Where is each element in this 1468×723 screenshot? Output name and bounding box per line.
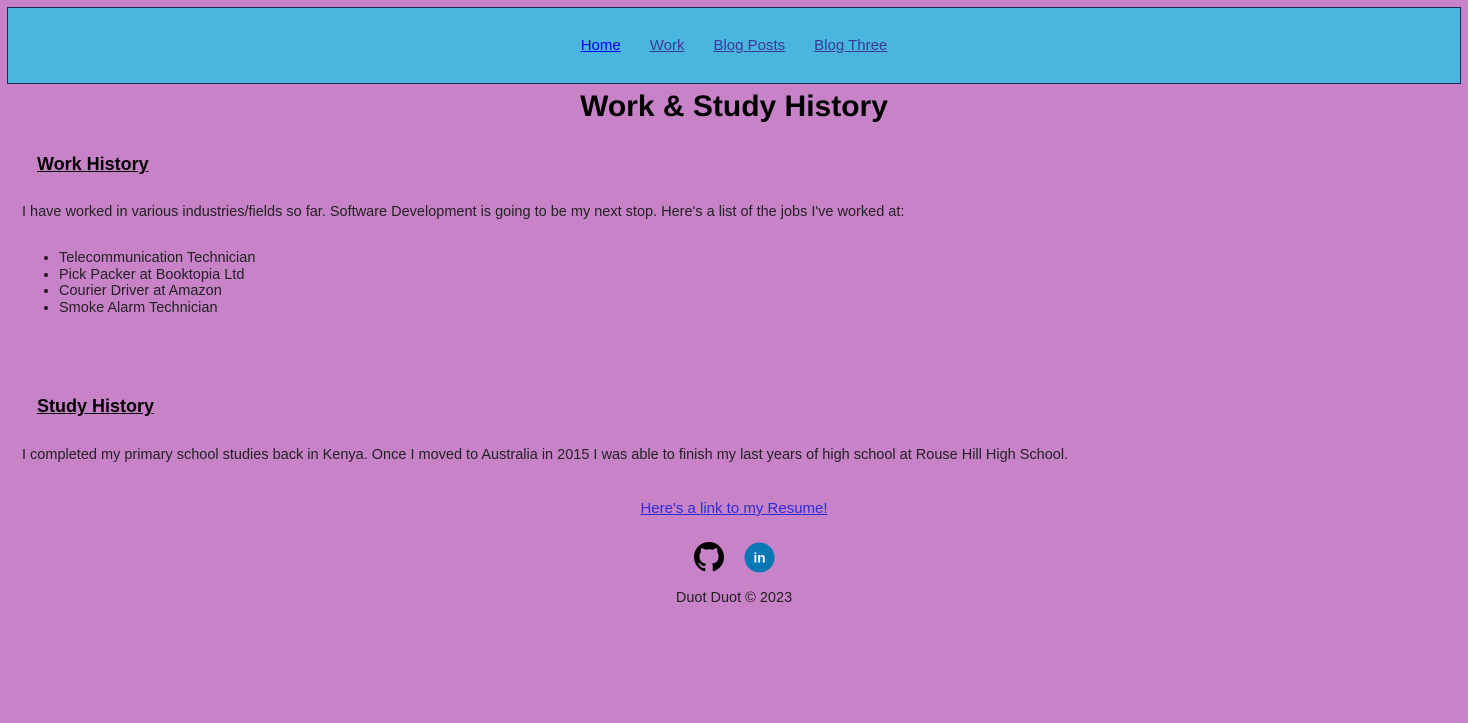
list-item: Pick Packer at Booktopia Ltd <box>59 267 255 284</box>
list-item: Telecommunication Technician <box>59 250 255 267</box>
footer-copyright: Duot Duot © 2023 <box>675 590 793 606</box>
nav-link-blog-three[interactable]: Blog Three <box>814 37 887 54</box>
nav-link-blog-posts[interactable]: Blog Posts <box>713 37 785 54</box>
resume-link[interactable]: Here's a link to my Resume! <box>640 500 827 517</box>
list-item: Smoke Alarm Technician <box>59 300 255 317</box>
nav-link-work[interactable]: Work <box>650 37 685 54</box>
list-item: Courier Driver at Amazon <box>59 283 255 300</box>
job-list: Telecommunication Technician Pick Packer… <box>22 250 255 316</box>
linkedin-icon-label: in <box>753 550 765 565</box>
page-title: Work & Study History <box>580 90 888 123</box>
linkedin-icon[interactable]: in <box>743 541 775 573</box>
social-links: in <box>693 541 775 573</box>
study-history-heading: Study History <box>37 396 155 416</box>
resume-link-container: Here's a link to my Resume! <box>0 500 1468 517</box>
study-history-text: I completed my primary school studies ba… <box>22 447 1069 463</box>
work-history-intro: I have worked in various industries/fiel… <box>22 204 905 220</box>
top-nav: Home Work Blog Posts Blog Three <box>7 7 1461 84</box>
work-history-heading: Work History <box>37 154 149 174</box>
nav-link-home[interactable]: Home <box>581 37 621 54</box>
github-icon[interactable] <box>693 541 725 573</box>
